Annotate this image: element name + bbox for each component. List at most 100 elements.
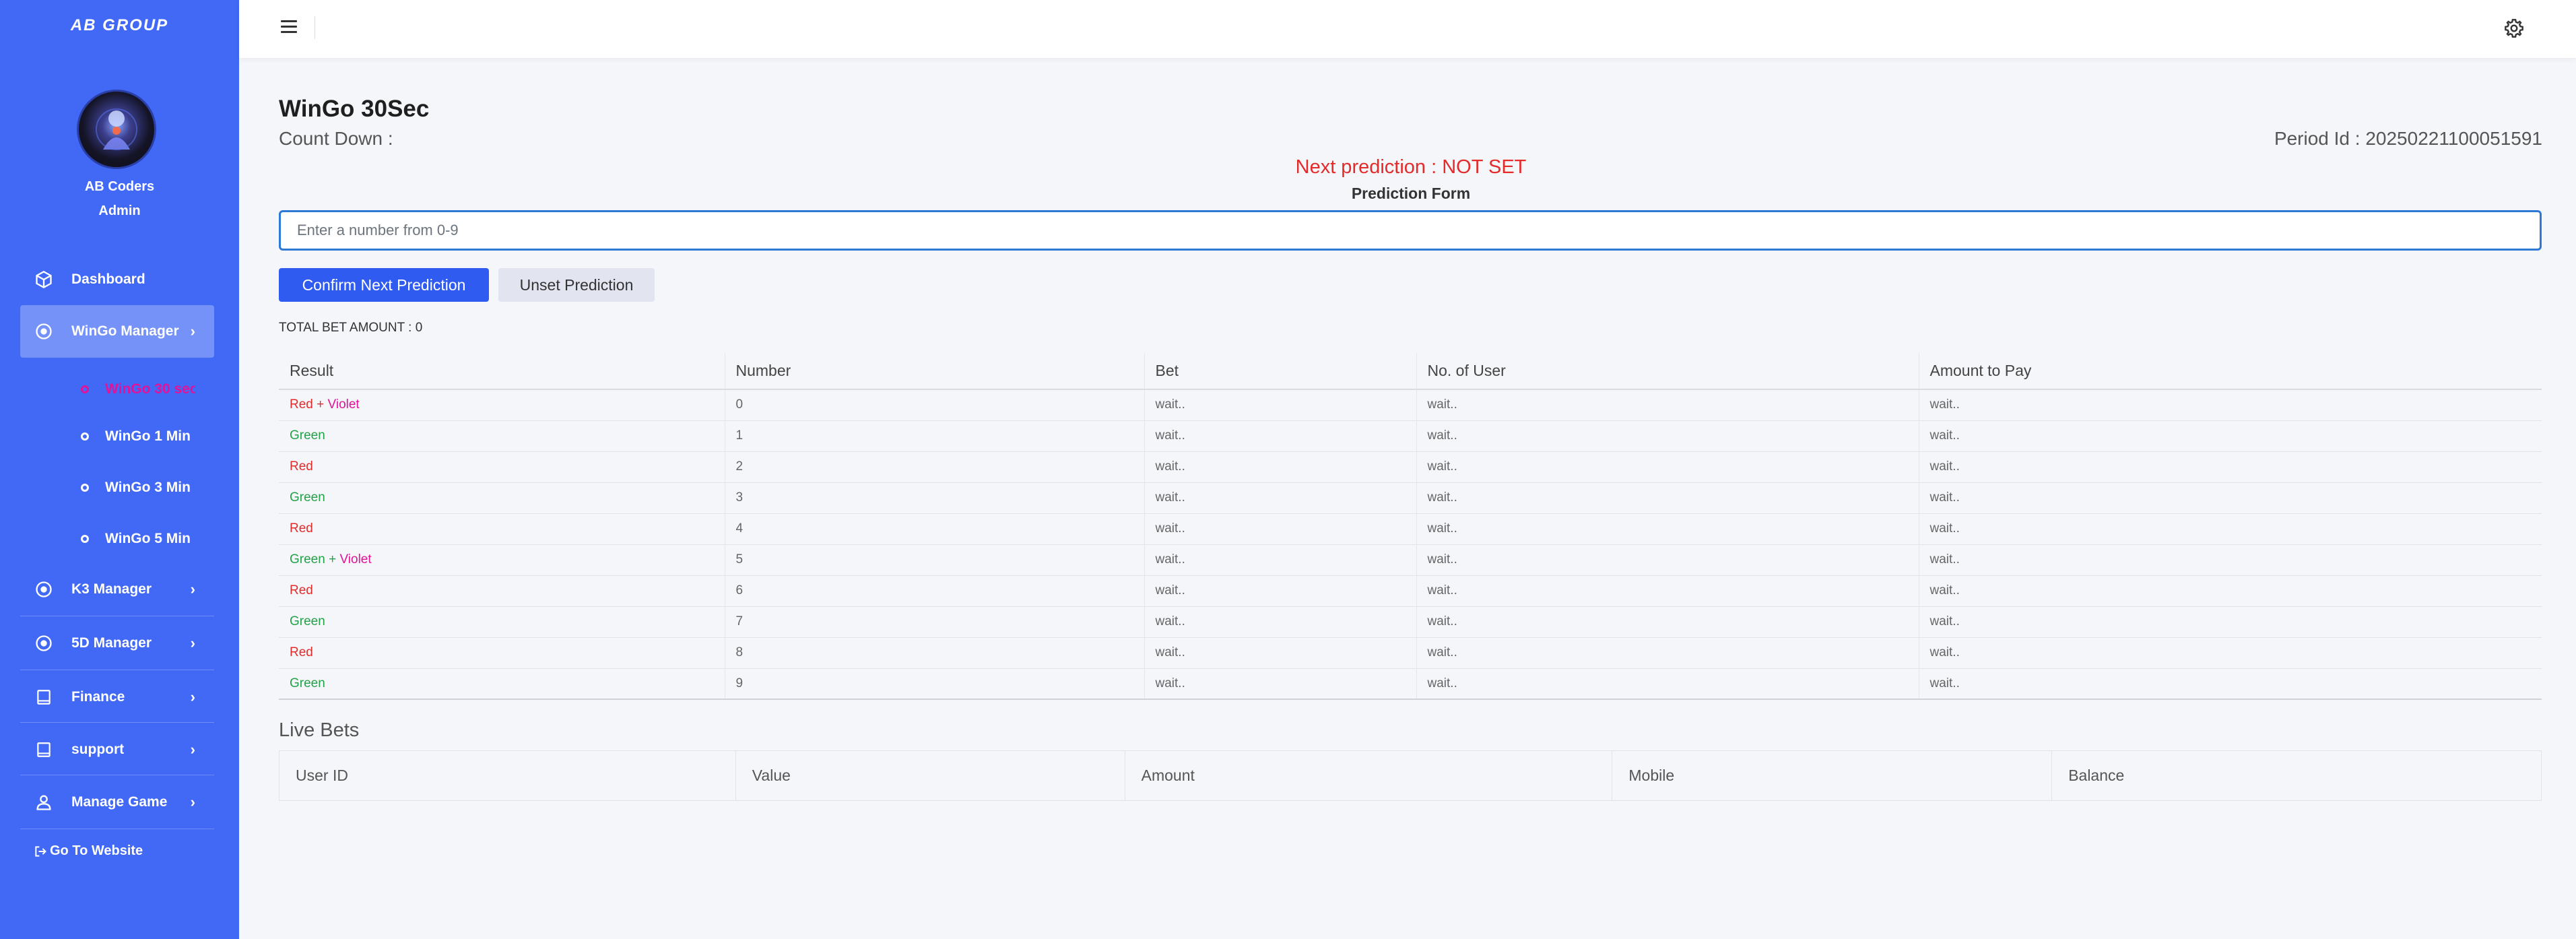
table-row: Green 1 wait.. wait.. wait.. bbox=[279, 420, 2542, 452]
number-cell: 4 bbox=[725, 513, 1145, 545]
amount-to-pay-cell: wait.. bbox=[1919, 606, 2542, 638]
column-header-value: Value bbox=[735, 750, 1125, 801]
gear-icon[interactable] bbox=[2503, 18, 2525, 39]
submenu-wingo-5min[interactable]: WinGo 5 Min bbox=[81, 525, 195, 552]
sidebar-item-wingo-manager[interactable]: WinGo Manager › bbox=[20, 305, 214, 358]
table-row: Red 6 wait.. wait.. wait.. bbox=[279, 575, 2542, 607]
result-color: Red bbox=[290, 583, 313, 597]
chevron-right-icon: › bbox=[190, 794, 195, 810]
sidebar-item-label: K3 Manager bbox=[71, 581, 152, 597]
bet-cell: wait.. bbox=[1144, 544, 1417, 576]
number-cell: 5 bbox=[725, 544, 1145, 576]
prediction-input[interactable] bbox=[279, 210, 2542, 251]
number-cell: 7 bbox=[725, 606, 1145, 638]
bet-cell: wait.. bbox=[1144, 420, 1417, 452]
result-separator: + bbox=[325, 552, 340, 566]
circle-icon bbox=[81, 385, 89, 393]
go-to-website-link[interactable]: Go To Website bbox=[34, 843, 143, 859]
bet-cell: wait.. bbox=[1144, 575, 1417, 607]
book-icon bbox=[34, 740, 54, 760]
result-color-secondary: Violet bbox=[327, 397, 360, 412]
live-bets-table: User ID Value Amount Mobile Balance bbox=[279, 750, 2542, 801]
total-bet-amount: TOTAL BET AMOUNT : 0 bbox=[279, 321, 423, 335]
results-table: Result Number Bet No. of User Amount to … bbox=[279, 353, 2542, 700]
live-bets-title: Live Bets bbox=[279, 719, 360, 741]
sidebar-item-support[interactable]: support › bbox=[20, 723, 214, 776]
result-color: Red bbox=[290, 397, 313, 412]
chevron-right-icon: › bbox=[190, 741, 195, 758]
bet-cell: wait.. bbox=[1144, 606, 1417, 638]
users-cell: wait.. bbox=[1416, 606, 1919, 638]
sidebar-item-k3-manager[interactable]: K3 Manager › bbox=[20, 563, 214, 616]
result-cell: Green bbox=[279, 482, 725, 514]
result-color: Red bbox=[290, 645, 313, 659]
chevron-right-icon: › bbox=[190, 581, 195, 597]
column-header-number: Number bbox=[725, 353, 1145, 390]
bet-cell: wait.. bbox=[1144, 482, 1417, 514]
amount-to-pay-cell: wait.. bbox=[1919, 451, 2542, 483]
target-icon bbox=[34, 321, 54, 342]
sidebar-item-5d-manager[interactable]: 5D Manager › bbox=[20, 617, 214, 670]
amount-to-pay-cell: wait.. bbox=[1919, 668, 2542, 700]
result-cell: Red + Violet bbox=[279, 389, 725, 421]
sidebar-item-finance[interactable]: Finance › bbox=[20, 671, 214, 723]
circle-icon bbox=[81, 484, 89, 492]
column-header-users: No. of User bbox=[1416, 353, 1919, 390]
unset-prediction-button[interactable]: Unset Prediction bbox=[498, 268, 655, 302]
submenu-label: WinGo 30 sec bbox=[105, 381, 195, 397]
table-row: Green + Violet 5 wait.. wait.. wait.. bbox=[279, 544, 2542, 576]
table-header-row: User ID Value Amount Mobile Balance bbox=[279, 750, 2542, 801]
result-cell: Red bbox=[279, 451, 725, 483]
result-cell: Red bbox=[279, 575, 725, 607]
users-cell: wait.. bbox=[1416, 482, 1919, 514]
result-separator: + bbox=[312, 397, 328, 412]
table-row: Red 2 wait.. wait.. wait.. bbox=[279, 451, 2542, 483]
submenu-label: WinGo 3 Min bbox=[105, 480, 191, 495]
result-color: Green bbox=[290, 490, 325, 505]
sidebar-item-label: Finance bbox=[71, 689, 125, 705]
bet-cell: wait.. bbox=[1144, 389, 1417, 421]
bet-cell: wait.. bbox=[1144, 637, 1417, 669]
user-icon bbox=[34, 792, 54, 812]
sidebar-item-dashboard[interactable]: Dashboard bbox=[20, 253, 214, 306]
table-header-row: Result Number Bet No. of User Amount to … bbox=[279, 353, 2542, 390]
amount-to-pay-cell: wait.. bbox=[1919, 420, 2542, 452]
table-row: Red + Violet 0 wait.. wait.. wait.. bbox=[279, 389, 2542, 421]
period-id: Period Id : 20250221100051591 bbox=[2274, 128, 2542, 149]
submenu-wingo-30sec[interactable]: WinGo 30 sec bbox=[81, 376, 195, 403]
chevron-right-icon: › bbox=[190, 688, 195, 705]
bet-cell: wait.. bbox=[1144, 513, 1417, 545]
sidebar-item-manage-game[interactable]: Manage Game › bbox=[20, 776, 214, 829]
target-icon bbox=[34, 633, 54, 653]
result-cell: Green bbox=[279, 606, 725, 638]
submenu-wingo-3min[interactable]: WinGo 3 Min bbox=[81, 474, 195, 501]
brand-logo: AB GROUP bbox=[70, 16, 169, 34]
number-cell: 2 bbox=[725, 451, 1145, 483]
table-row: Green 7 wait.. wait.. wait.. bbox=[279, 606, 2542, 638]
column-header-mobile: Mobile bbox=[1612, 750, 2053, 801]
number-cell: 3 bbox=[725, 482, 1145, 514]
result-cell: Red bbox=[279, 513, 725, 545]
result-color: Green bbox=[290, 552, 325, 566]
result-cell: Green + Violet bbox=[279, 544, 725, 576]
confirm-prediction-button[interactable]: Confirm Next Prediction bbox=[279, 268, 489, 302]
result-color-secondary: Violet bbox=[339, 552, 372, 566]
sidebar-item-label: 5D Manager bbox=[71, 635, 152, 651]
column-header-user-id: User ID bbox=[279, 750, 736, 801]
submenu-wingo-1min[interactable]: WinGo 1 Min bbox=[81, 423, 195, 450]
column-header-bet: Bet bbox=[1144, 353, 1417, 390]
amount-to-pay-cell: wait.. bbox=[1919, 544, 2542, 576]
users-cell: wait.. bbox=[1416, 637, 1919, 669]
amount-to-pay-cell: wait.. bbox=[1919, 513, 2542, 545]
hamburger-icon[interactable] bbox=[281, 20, 297, 35]
users-cell: wait.. bbox=[1416, 513, 1919, 545]
result-cell: Green bbox=[279, 420, 725, 452]
next-prediction-status: Next prediction : NOT SET bbox=[1295, 156, 1527, 178]
result-color: Green bbox=[290, 676, 325, 690]
submenu-label: WinGo 1 Min bbox=[105, 428, 191, 444]
result-cell: Green bbox=[279, 668, 725, 700]
user-role: Admin bbox=[98, 203, 141, 218]
number-cell: 1 bbox=[725, 420, 1145, 452]
sidebar-item-label: Dashboard bbox=[71, 271, 145, 287]
sign-out-icon bbox=[34, 845, 47, 858]
